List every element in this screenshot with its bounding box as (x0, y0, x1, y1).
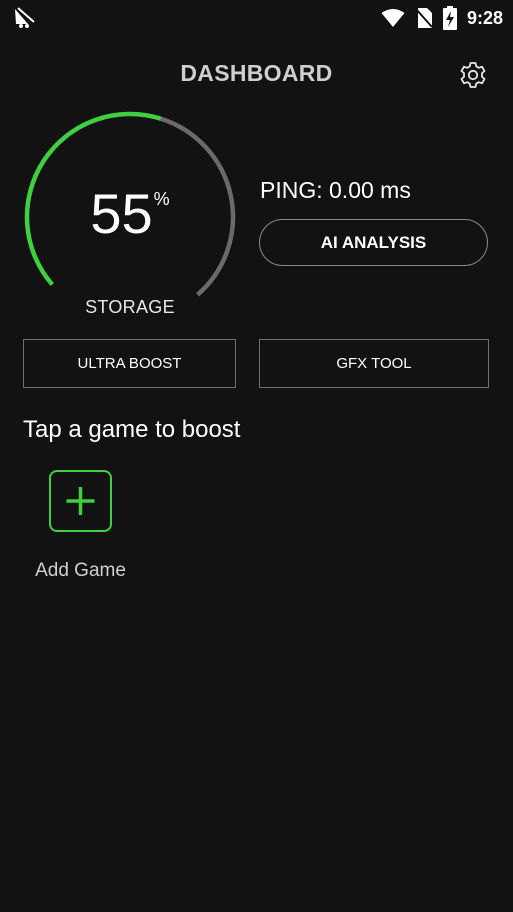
battery-charging-icon (442, 6, 457, 30)
gfx-tool-button[interactable]: GFX TOOL (259, 339, 489, 388)
app-notification-icon (12, 6, 38, 30)
storage-value: 55 (90, 182, 153, 245)
status-time: 9:28 (466, 7, 503, 28)
status-bar: 9:28 (0, 0, 513, 36)
ai-analysis-button[interactable]: AI ANALYSIS (259, 219, 488, 266)
games-heading: Tap a game to boost (23, 416, 241, 443)
plus-icon (66, 487, 95, 515)
storage-gauge: 55% STORAGE (20, 110, 240, 325)
page-title: DASHBOARD (180, 60, 333, 86)
no-sim-icon (415, 7, 433, 29)
storage-percentage: 55% (20, 186, 240, 242)
storage-label: STORAGE (85, 297, 175, 317)
add-game-button[interactable] (49, 470, 112, 532)
ping-readout: PING: 0.00 ms (260, 177, 411, 203)
status-icons: 9:28 (381, 4, 503, 32)
wifi-icon (381, 8, 405, 28)
gear-icon[interactable] (458, 60, 488, 90)
ultra-boost-button[interactable]: ULTRA BOOST (23, 339, 236, 388)
add-game-label: Add Game (35, 560, 126, 581)
storage-unit: % (153, 189, 170, 209)
